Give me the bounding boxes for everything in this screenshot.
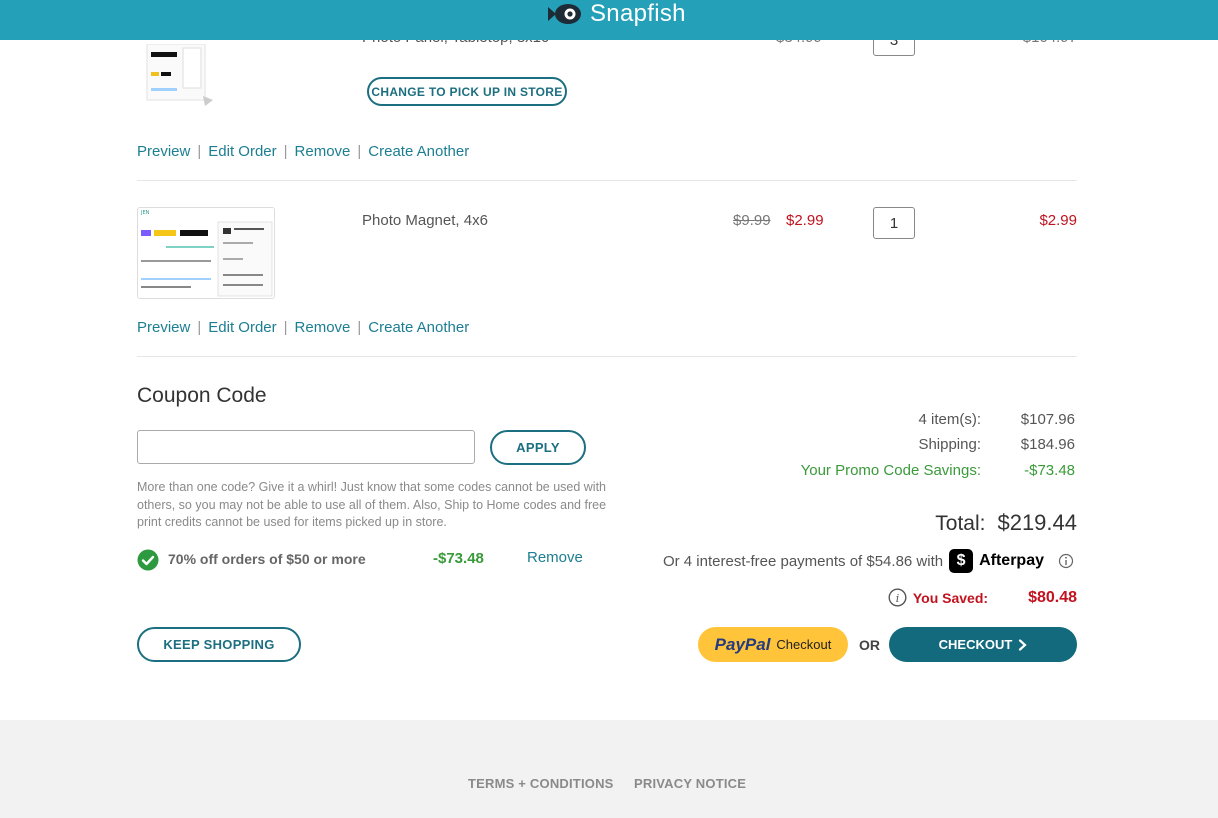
terms-link[interactable]: TERMS + CONDITIONS [468, 776, 614, 791]
preview-link[interactable]: Preview [137, 319, 190, 336]
afterpay-text: Or 4 interest-free payments of $54.86 wi… [662, 552, 944, 570]
edit-order-link[interactable]: Edit Order [208, 319, 276, 336]
svg-text:JEN: JEN [140, 210, 150, 216]
header-logo-overlay[interactable]: Snapfish [546, 0, 686, 31]
quantity-input[interactable]: 1 [873, 207, 915, 239]
paypal-checkout-button[interactable]: PayPal Checkout [698, 627, 848, 662]
item-original-price: $9.99 [733, 212, 771, 229]
separator: | [357, 143, 362, 160]
total-value: $219.44 [997, 510, 1077, 535]
item-name[interactable]: Photo Magnet, 4x6 [362, 212, 488, 229]
paypal-checkout-label: Checkout [776, 637, 832, 652]
checkout-label: CHECKOUT [938, 637, 1013, 652]
promo-savings-value: -$73.48 [1024, 462, 1075, 479]
keep-shopping-button[interactable]: KEEP SHOPPING [137, 627, 301, 662]
item-thumbnail[interactable]: JEN [137, 207, 275, 299]
items-subtotal: $107.96 [1020, 411, 1075, 428]
item-actions: Preview | Edit Order | Remove | Create A… [137, 143, 469, 160]
brand-name: Snapfish [590, 0, 686, 27]
remove-link[interactable]: Remove [295, 319, 351, 336]
or-label: OR [859, 637, 880, 653]
edit-order-link[interactable]: Edit Order [208, 143, 276, 160]
afterpay-brand: Afterpay [979, 552, 1044, 569]
items-count-label: 4 item(s): [918, 411, 981, 428]
apply-coupon-button[interactable]: APPLY [490, 430, 586, 465]
promo-description: 70% off orders of $50 or more [168, 551, 366, 567]
separator: | [357, 319, 362, 336]
footer: TERMS + CONDITIONS PRIVACY NOTICE [0, 720, 1218, 818]
divider [137, 356, 1077, 357]
order-total: Total: $219.44 [935, 510, 1077, 536]
separator: | [283, 319, 288, 336]
shipping-label: Shipping: [918, 436, 981, 453]
remove-promo-link[interactable]: Remove [527, 549, 583, 566]
shipping-value: $184.96 [1020, 436, 1075, 453]
item-thumbnail[interactable] [143, 44, 215, 106]
applied-promo: 70% off orders of $50 or more -$73.48 Re… [137, 548, 597, 572]
svg-text:i: i [896, 592, 900, 605]
chevron-right-icon [1019, 638, 1027, 651]
checkout-button[interactable]: CHECKOUT [889, 627, 1077, 662]
total-label: Total: [935, 512, 986, 535]
divider [137, 180, 1077, 181]
item-line-total: $2.99 [1039, 212, 1077, 229]
you-saved-row: i You Saved: $80.48 [888, 588, 1077, 607]
item-sale-price: $2.99 [786, 212, 824, 229]
paypal-logo: PayPal [714, 634, 771, 654]
info-icon[interactable] [1058, 553, 1074, 569]
separator: | [283, 143, 288, 160]
you-saved-label: You Saved: [912, 589, 989, 606]
separator: | [197, 319, 202, 336]
coupon-note: More than one code? Give it a whirl! Jus… [137, 480, 607, 529]
check-circle-icon [137, 549, 159, 571]
fish-icon [548, 4, 581, 24]
pick-up-in-store-button[interactable]: CHANGE TO PICK UP IN STORE [367, 77, 567, 106]
create-another-link[interactable]: Create Another [368, 143, 469, 160]
promo-savings-label: Your Promo Code Savings: [800, 462, 981, 479]
separator: | [197, 143, 202, 160]
item-actions: Preview | Edit Order | Remove | Create A… [137, 319, 469, 336]
coupon-title: Coupon Code [137, 384, 267, 407]
promo-amount: -$73.48 [433, 550, 484, 567]
create-another-link[interactable]: Create Another [368, 319, 469, 336]
remove-link[interactable]: Remove [295, 143, 351, 160]
you-saved-value: $80.48 [1028, 588, 1077, 606]
afterpay-logo-icon: $ [949, 549, 974, 573]
afterpay-row: Or 4 interest-free payments of $54.86 wi… [663, 549, 1074, 573]
info-icon[interactable]: i [888, 588, 907, 607]
preview-link[interactable]: Preview [137, 143, 190, 160]
privacy-link[interactable]: PRIVACY NOTICE [634, 776, 746, 791]
coupon-code-input[interactable] [137, 430, 475, 464]
